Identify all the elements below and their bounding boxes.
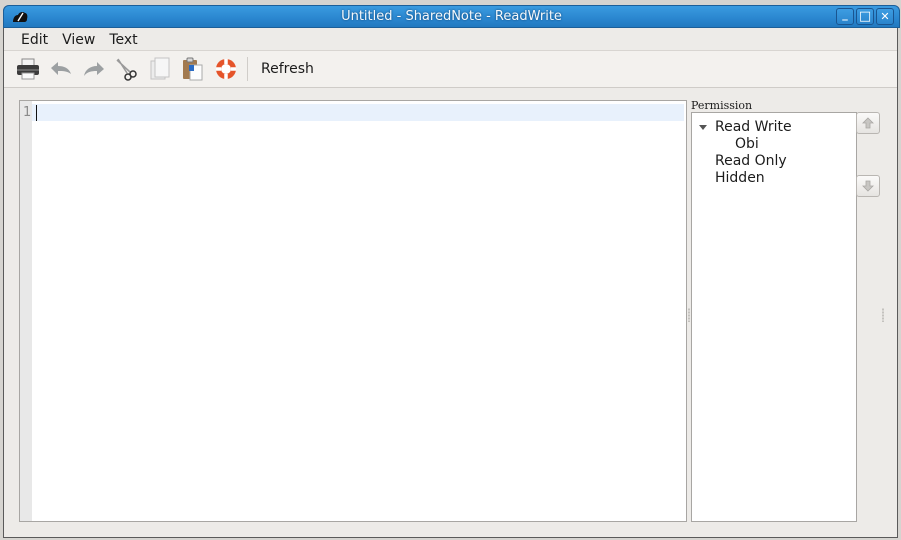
- app-window: Untitled - SharedNote - ReadWrite _ □ ✕ …: [3, 5, 900, 538]
- title-bar[interactable]: Untitled - SharedNote - ReadWrite _ □ ✕: [3, 5, 900, 28]
- help-button[interactable]: [212, 55, 240, 83]
- minimize-button[interactable]: _: [836, 8, 854, 25]
- side-splitter-handle[interactable]: [882, 308, 884, 322]
- splitter-handle[interactable]: [688, 308, 690, 322]
- current-line-highlight: [32, 104, 684, 121]
- menu-view[interactable]: View: [55, 30, 102, 50]
- print-icon: [17, 58, 39, 80]
- maximize-button[interactable]: □: [856, 8, 874, 25]
- line-number: 1: [23, 105, 32, 120]
- toolbar: Refresh: [4, 50, 897, 88]
- maximize-icon: □: [858, 9, 872, 24]
- tree-item-hidden[interactable]: Hidden: [692, 170, 856, 187]
- menu-text[interactable]: Text: [102, 30, 144, 50]
- close-icon: ✕: [880, 10, 890, 23]
- menu-edit[interactable]: Edit: [14, 30, 55, 50]
- tree-item-obi[interactable]: Obi: [692, 136, 856, 153]
- move-up-button[interactable]: [856, 112, 880, 134]
- paste-icon: [183, 57, 203, 81]
- tree-item-label: Read Only: [715, 153, 787, 169]
- arrow-down-icon: [862, 180, 874, 192]
- tree-item-label: Obi: [735, 136, 759, 152]
- redo-button[interactable]: [80, 55, 108, 83]
- undo-button[interactable]: [47, 55, 75, 83]
- toolbar-separator: [247, 57, 248, 81]
- expand-arrow-icon[interactable]: [699, 125, 707, 130]
- refresh-button[interactable]: Refresh: [257, 61, 318, 77]
- minimize-icon: _: [842, 8, 848, 21]
- close-button[interactable]: ✕: [876, 8, 894, 25]
- text-caret: [36, 105, 37, 121]
- menu-bar: Edit View Text: [4, 28, 897, 52]
- tree-item-read-write[interactable]: Read Write: [692, 119, 856, 136]
- tree-item-read-only[interactable]: Read Only: [692, 153, 856, 170]
- copy-button[interactable]: [146, 55, 174, 83]
- paste-button[interactable]: [179, 55, 207, 83]
- cut-icon: [116, 58, 137, 81]
- permission-tree[interactable]: Read Write Obi Read Only Hidden: [691, 112, 857, 522]
- tree-item-label: Read Write: [715, 119, 792, 135]
- print-button[interactable]: [14, 55, 42, 83]
- arrow-up-icon: [862, 117, 874, 129]
- help-icon: [216, 59, 236, 79]
- permission-label: Permission: [691, 99, 753, 112]
- copy-icon: [150, 57, 170, 80]
- undo-icon: [51, 62, 71, 75]
- window-title: Untitled - SharedNote - ReadWrite: [341, 9, 562, 24]
- tree-item-label: Hidden: [715, 170, 765, 186]
- text-editor[interactable]: 1: [19, 100, 687, 522]
- move-down-button[interactable]: [856, 175, 880, 197]
- line-number-gutter: 1: [20, 101, 32, 521]
- redo-icon: [84, 62, 104, 76]
- cut-button[interactable]: [113, 55, 141, 83]
